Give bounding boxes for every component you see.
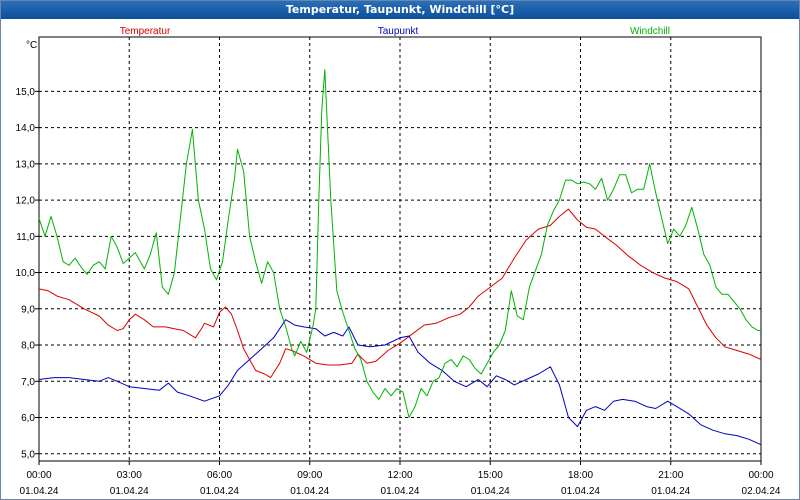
x-axis-ticks: 00:00 01.04.24 03:00 01.04.24 06:00 01.04.24 0… (20, 461, 781, 497)
line-chart: 5,06,07,08,09,010,011,012,013,014,015,0 … (16, 26, 781, 497)
x-tick-date-label: 01.04.24 (471, 486, 510, 497)
legend: Temperatur Taupunkt Windchill (120, 26, 670, 37)
x-tick-date-label: 01.04.24 (561, 486, 600, 497)
x-tick-time-label: 03:00 (117, 470, 142, 481)
y-tick-label: 7,0 (21, 377, 35, 388)
x-tick-time-label: 00:00 (748, 470, 773, 481)
y-tick-label: 10,0 (16, 268, 36, 279)
y-tick-label: 13,0 (16, 159, 36, 170)
x-tick-time-label: 12:00 (387, 470, 412, 481)
x-tick-date-label: 01.04.24 (200, 486, 239, 497)
x-tick-date-label: 01.04.24 (651, 486, 690, 497)
x-tick-time-label: 06:00 (207, 470, 232, 481)
x-tick-date-label: 01.04.24 (381, 486, 420, 497)
x-tick-date-label: 01.04.24 (20, 486, 59, 497)
y-tick-label: 15,0 (16, 87, 36, 98)
x-tick-date-label: 01.04.24 (290, 486, 329, 497)
x-tick-time-label: 18:00 (568, 470, 593, 481)
x-tick-time-label: 21:00 (658, 470, 683, 481)
legend-label-windchill: Windchill (630, 26, 670, 37)
y-tick-label: 6,0 (21, 413, 35, 424)
x-tick-time-label: 15:00 (478, 470, 503, 481)
y-tick-label: 14,0 (16, 123, 36, 134)
y-tick-label: 9,0 (21, 304, 35, 315)
x-tick-date-label: 02.04.24 (742, 486, 781, 497)
x-tick-date-label: 01.04.24 (110, 486, 149, 497)
y-tick-label: 8,0 (21, 341, 35, 352)
x-tick-time-label: 00:00 (26, 470, 51, 481)
y-axis-unit-label: °C (26, 40, 37, 51)
x-tick-time-label: 09:00 (297, 470, 322, 481)
y-tick-label: 5,0 (21, 449, 35, 460)
legend-label-temperatur: Temperatur (120, 26, 171, 37)
chart-window: Temperatur, Taupunkt, Windchill [°C] 5,0… (0, 0, 800, 500)
legend-label-taupunkt: Taupunkt (378, 26, 419, 37)
y-tick-label: 11,0 (16, 232, 35, 243)
y-tick-label: 12,0 (16, 196, 36, 207)
y-axis-ticks: 5,0 6,0 7,0 8,0 9,0 10,0 11,0 12,0 13,0 14,0 15,0 (16, 87, 39, 460)
